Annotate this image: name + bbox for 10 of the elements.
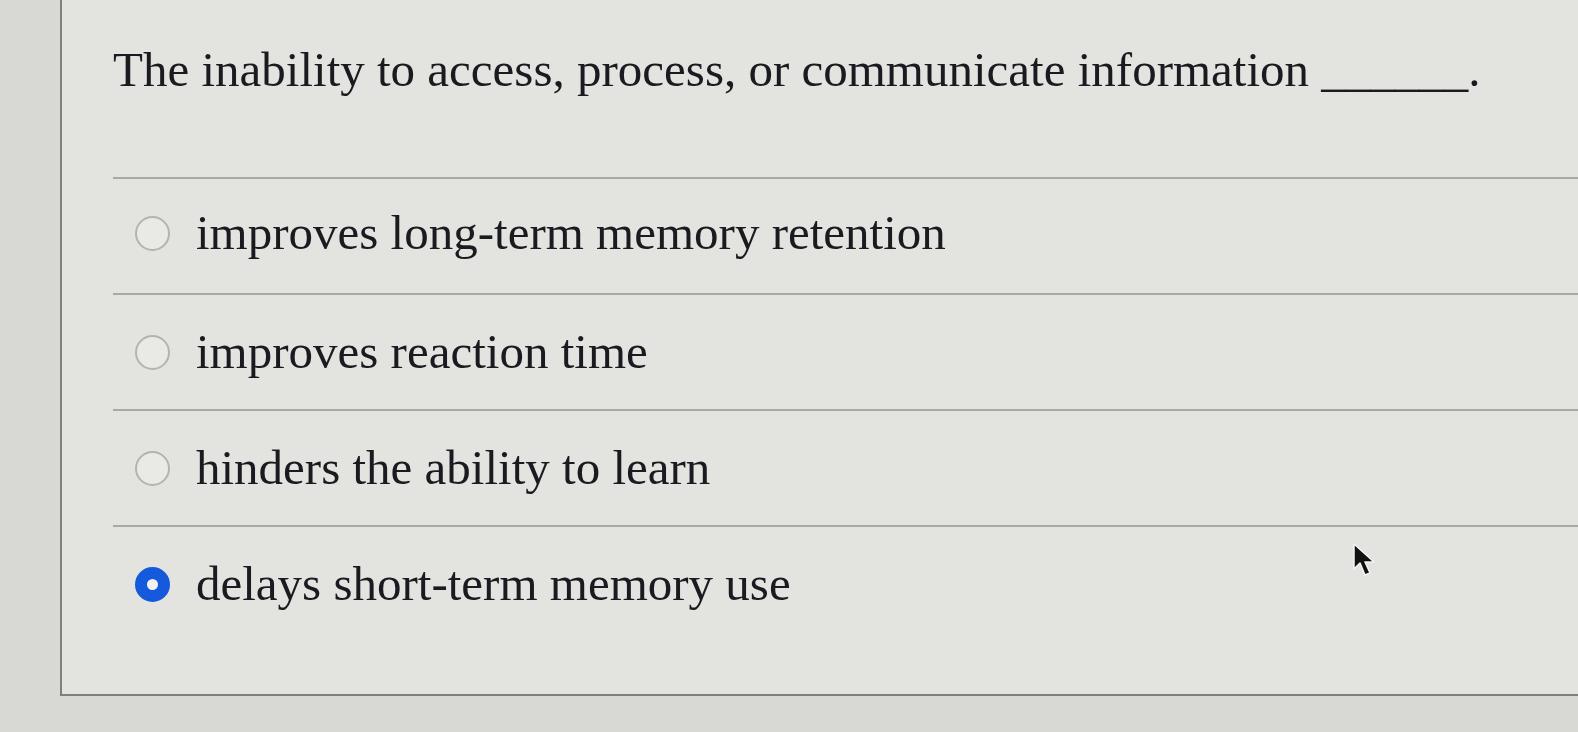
mouse-pointer-icon [1352, 543, 1376, 577]
option-label: improves long-term memory retention [196, 205, 946, 261]
radio-button[interactable] [135, 566, 170, 602]
option-label: delays short-term memory use [196, 556, 791, 612]
radio-button[interactable] [135, 334, 170, 370]
option-label: improves reaction time [196, 324, 648, 380]
radio-button[interactable] [135, 450, 170, 486]
option-label: hinders the ability to learn [196, 440, 711, 496]
question-text: The inability to access, process, or communicate information ______. [113, 41, 1482, 99]
radio-button[interactable] [135, 215, 170, 251]
